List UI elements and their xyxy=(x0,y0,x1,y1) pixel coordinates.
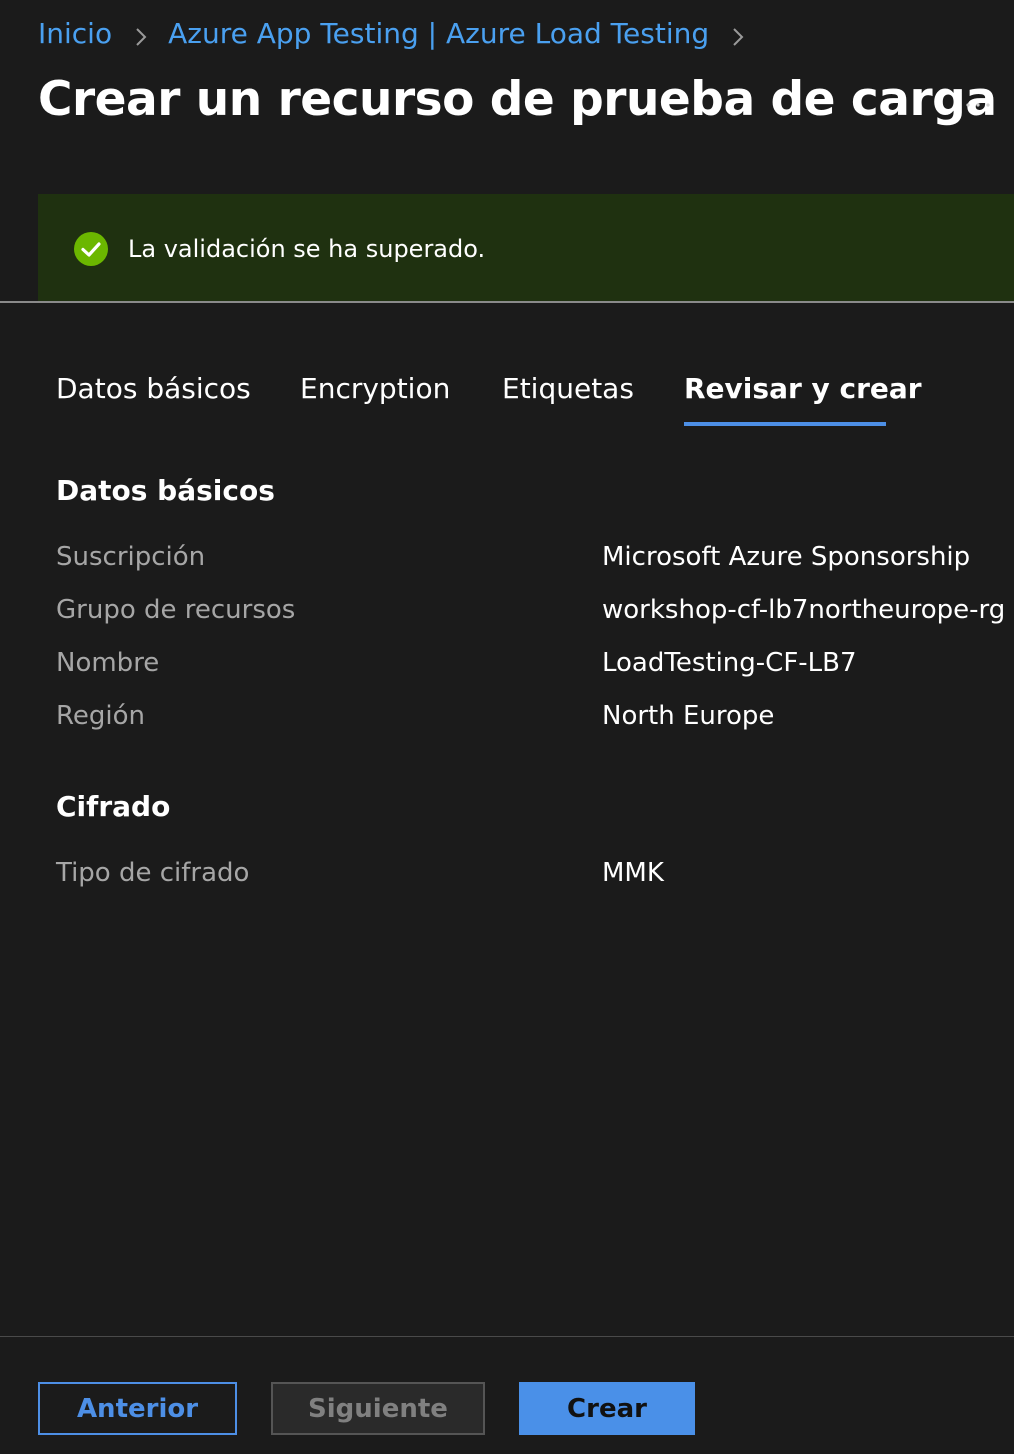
tab-encryption[interactable]: Encryption xyxy=(300,366,450,412)
chevron-right-icon xyxy=(130,22,152,46)
breadcrumb-home-link[interactable]: Inicio xyxy=(38,17,112,50)
row-label-subscription: Suscripción xyxy=(56,542,206,572)
section-title-encryption: Cifrado xyxy=(56,790,171,823)
previous-button[interactable]: Anterior xyxy=(38,1382,237,1435)
check-circle-icon xyxy=(74,232,108,266)
row-label-encryption-type: Tipo de cifrado xyxy=(56,858,250,888)
section-title-basics: Datos básicos xyxy=(56,474,275,507)
tab-etiquetas[interactable]: Etiquetas xyxy=(502,366,634,412)
more-icon xyxy=(966,103,990,107)
row-value-encryption-type: MMK xyxy=(602,858,664,888)
row-label-name: Nombre xyxy=(56,648,160,678)
validation-message: La validación se ha superado. xyxy=(128,235,486,263)
active-tab-indicator xyxy=(684,422,886,426)
divider xyxy=(0,301,1014,303)
tab-revisar-y-crear[interactable]: Revisar y crear xyxy=(684,366,922,412)
row-value-name: LoadTesting-CF-LB7 xyxy=(602,648,857,678)
footer-divider xyxy=(0,1336,1014,1337)
next-button[interactable]: Siguiente xyxy=(271,1382,485,1435)
row-value-subscription: Microsoft Azure Sponsorship xyxy=(602,542,971,572)
page-title: Crear un recurso de prueba de carga xyxy=(38,72,997,127)
breadcrumb: Inicio Azure App Testing | Azure Load Te… xyxy=(38,12,765,54)
more-options-button[interactable] xyxy=(958,90,998,120)
row-label-resource-group: Grupo de recursos xyxy=(56,595,296,625)
create-button[interactable]: Crear xyxy=(519,1382,695,1435)
wizard-tabs: Datos básicos Encryption Etiquetas Revis… xyxy=(0,366,1014,428)
row-value-resource-group: workshop-cf-lb7northeurope-rg xyxy=(602,595,1006,625)
validation-banner: La validación se ha superado. xyxy=(38,194,1014,301)
breadcrumb-service-link[interactable]: Azure App Testing | Azure Load Testing xyxy=(168,17,709,50)
row-label-region: Región xyxy=(56,701,146,731)
row-value-region: North Europe xyxy=(602,701,775,731)
tab-datos-basicos[interactable]: Datos básicos xyxy=(56,366,251,412)
chevron-right-icon xyxy=(727,22,749,46)
